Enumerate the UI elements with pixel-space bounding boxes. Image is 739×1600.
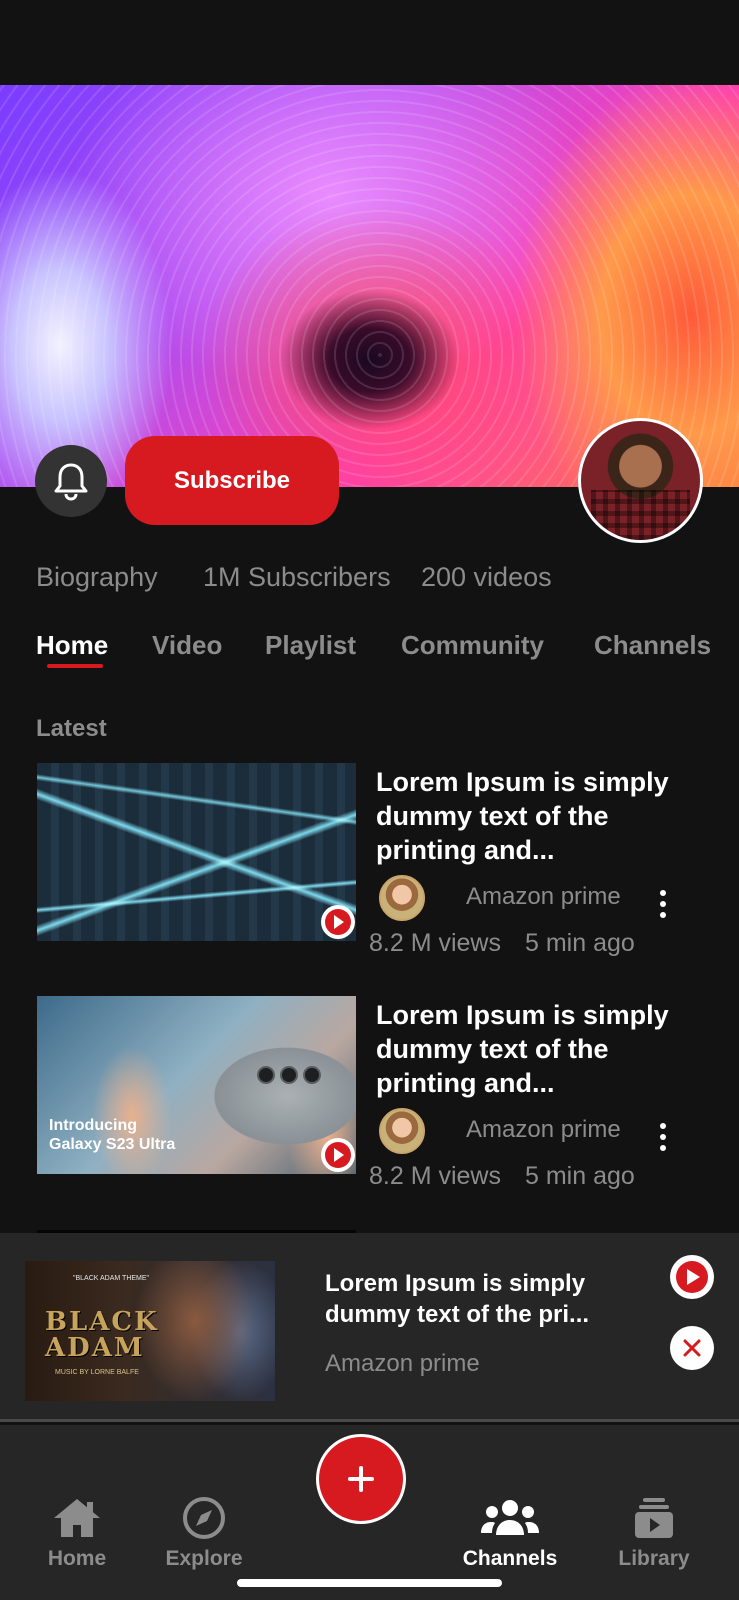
nav-label: Channels bbox=[462, 1547, 558, 1570]
tab-channels[interactable]: Channels bbox=[594, 630, 711, 661]
nav-item-home[interactable]: Home bbox=[17, 1495, 137, 1571]
video-thumbnail[interactable] bbox=[37, 763, 356, 941]
nav-item-library[interactable]: Library bbox=[594, 1495, 714, 1571]
video-item[interactable]: Lorem Ipsum is simply dummy text of the … bbox=[0, 763, 739, 963]
nav-item-channels[interactable]: Channels bbox=[450, 1495, 570, 1571]
section-title-latest: Latest bbox=[36, 715, 107, 742]
mini-player-play-button[interactable] bbox=[670, 1255, 714, 1299]
status-bar bbox=[0, 0, 739, 85]
users-icon bbox=[481, 1500, 539, 1535]
more-vertical-icon bbox=[660, 890, 666, 896]
plus-icon bbox=[348, 1466, 374, 1492]
mini-player-title[interactable]: Lorem Ipsum is simply dummy text of the … bbox=[325, 1268, 645, 1330]
home-indicator bbox=[237, 1579, 502, 1587]
bell-icon bbox=[54, 463, 88, 501]
video-meta: 8.2 M views 5 min ago bbox=[369, 929, 635, 958]
compass-icon bbox=[183, 1497, 225, 1539]
thumbnail-caption-line: Galaxy S23 Ultra bbox=[49, 1136, 176, 1153]
video-views: 8.2 M views bbox=[369, 1162, 501, 1190]
channel-avatar-small[interactable] bbox=[379, 1108, 425, 1154]
video-title[interactable]: Lorem Ipsum is simply dummy text of the … bbox=[376, 765, 696, 867]
play-icon bbox=[325, 1142, 351, 1168]
nav-label: Home bbox=[47, 1547, 107, 1570]
active-tab-indicator bbox=[47, 664, 103, 668]
play-icon bbox=[325, 909, 351, 935]
more-vertical-icon bbox=[660, 1123, 666, 1129]
mini-thumb-title-line: ADAM bbox=[45, 1333, 145, 1363]
video-channel-name[interactable]: Amazon prime bbox=[466, 883, 621, 911]
video-item[interactable]: Introducing Galaxy S23 Ultra Lorem Ipsum… bbox=[0, 996, 739, 1196]
nav-label: Explore bbox=[165, 1547, 243, 1570]
library-icon bbox=[635, 1498, 673, 1538]
video-meta: 8.2 M views 5 min ago bbox=[369, 1162, 635, 1191]
avatar-shirt-pattern bbox=[591, 490, 690, 540]
nav-label: Library bbox=[618, 1547, 690, 1570]
tab-community[interactable]: Community bbox=[401, 630, 544, 661]
play-button[interactable] bbox=[321, 1138, 355, 1172]
video-age: 5 min ago bbox=[524, 1162, 635, 1190]
nav-item-explore[interactable]: Explore bbox=[144, 1495, 264, 1571]
mini-player-thumbnail[interactable]: "BLACK ADAM THEME" BLACK ADAM MUSIC BY L… bbox=[25, 1261, 275, 1401]
video-views: 8.2 M views bbox=[369, 929, 501, 957]
mini-thumb-credit: MUSIC BY LORNE BALFE bbox=[55, 1369, 139, 1376]
phone-camera-lens bbox=[280, 1066, 298, 1084]
more-options-button[interactable] bbox=[652, 1119, 674, 1155]
video-age: 5 min ago bbox=[524, 929, 635, 957]
notification-bell-button[interactable] bbox=[35, 445, 107, 517]
subscribe-button[interactable]: Subscribe bbox=[125, 436, 339, 525]
phone-camera-lens bbox=[303, 1066, 321, 1084]
video-title[interactable]: Lorem Ipsum is simply dummy text of the … bbox=[376, 998, 696, 1100]
biography-link[interactable]: Biography bbox=[36, 562, 158, 593]
phone-camera-lens bbox=[257, 1066, 275, 1084]
thumbnail-caption: Introducing Galaxy S23 Ultra bbox=[49, 1116, 175, 1154]
close-icon bbox=[683, 1339, 701, 1357]
create-button[interactable] bbox=[316, 1434, 406, 1524]
mini-thumb-title: BLACK ADAM bbox=[45, 1309, 159, 1361]
mini-player[interactable]: "BLACK ADAM THEME" BLACK ADAM MUSIC BY L… bbox=[0, 1233, 739, 1422]
play-icon bbox=[676, 1261, 708, 1293]
more-options-button[interactable] bbox=[652, 886, 674, 922]
tab-video[interactable]: Video bbox=[152, 630, 222, 661]
mini-thumb-title-line: BLACK bbox=[45, 1307, 159, 1337]
mini-player-close-button[interactable] bbox=[670, 1326, 714, 1370]
channel-avatar[interactable] bbox=[578, 418, 703, 543]
mini-thumb-subtitle: "BLACK ADAM THEME" bbox=[73, 1275, 150, 1282]
tab-playlist[interactable]: Playlist bbox=[265, 630, 356, 661]
video-count: 200 videos bbox=[421, 562, 552, 592]
home-icon bbox=[54, 1499, 100, 1537]
tab-home[interactable]: Home bbox=[36, 630, 108, 661]
thumbnail-caption-line: Introducing bbox=[49, 1117, 137, 1134]
subscriber-count: 1M Subscribers bbox=[203, 562, 391, 592]
video-channel-name[interactable]: Amazon prime bbox=[466, 1116, 621, 1144]
play-button[interactable] bbox=[321, 905, 355, 939]
channel-avatar-small[interactable] bbox=[379, 875, 425, 921]
mini-player-channel[interactable]: Amazon prime bbox=[325, 1350, 480, 1378]
video-thumbnail[interactable]: Introducing Galaxy S23 Ultra bbox=[37, 996, 356, 1174]
